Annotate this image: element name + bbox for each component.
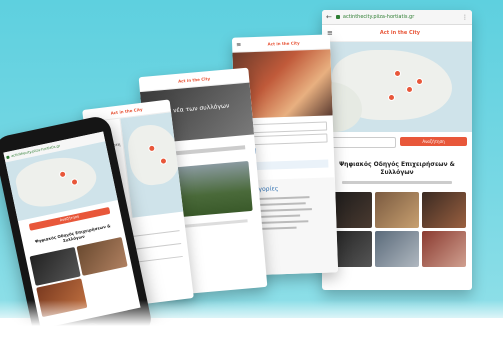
site-logo[interactable]: Act in the City <box>267 40 299 46</box>
slider-caption: Τα νέα των συλλόγων <box>163 102 230 116</box>
photo-tile[interactable] <box>76 236 128 276</box>
bottom-fade <box>0 300 503 358</box>
guide-map[interactable] <box>322 42 472 132</box>
filter-bar: Αναζήτηση <box>322 132 472 153</box>
site-logo[interactable]: Act in the City <box>110 106 142 115</box>
filter-select[interactable] <box>327 137 396 148</box>
url-bar: ← actinthecity.piiza-hortiatis.gr ⋮ <box>322 10 472 25</box>
site-header: ≡ Act in the City <box>322 25 472 42</box>
site-logo[interactable]: Act in the City <box>380 30 420 36</box>
map-pin-icon[interactable] <box>406 86 413 93</box>
guide-heading: Ψηφιακός Οδηγός Επιχειρήσεων & Συλλόγων <box>339 161 455 176</box>
photo-tile[interactable] <box>375 192 419 228</box>
site-logo[interactable]: Act in the City <box>178 76 210 84</box>
screen-map-guide: ← actinthecity.piiza-hortiatis.gr ⋮ ≡ Ac… <box>322 10 472 290</box>
map-pin-icon[interactable] <box>388 94 395 101</box>
url-address[interactable]: actinthecity.piiza-hortiatis.gr <box>343 14 414 20</box>
guide-subtext <box>342 181 452 184</box>
lock-icon <box>335 15 340 19</box>
search-button[interactable]: Αναζήτηση <box>400 137 467 146</box>
map-pin-icon[interactable] <box>416 78 423 85</box>
map-pin-icon[interactable] <box>394 70 401 77</box>
more-icon[interactable]: ⋮ <box>462 14 468 21</box>
lock-icon <box>6 155 10 159</box>
photo-tile[interactable] <box>375 231 419 267</box>
back-arrow-icon[interactable]: ← <box>326 13 332 21</box>
photo-grid <box>322 192 472 272</box>
photo-tile[interactable] <box>422 231 466 267</box>
menu-icon[interactable]: ≡ <box>236 41 241 48</box>
photo-tile[interactable] <box>422 192 466 228</box>
